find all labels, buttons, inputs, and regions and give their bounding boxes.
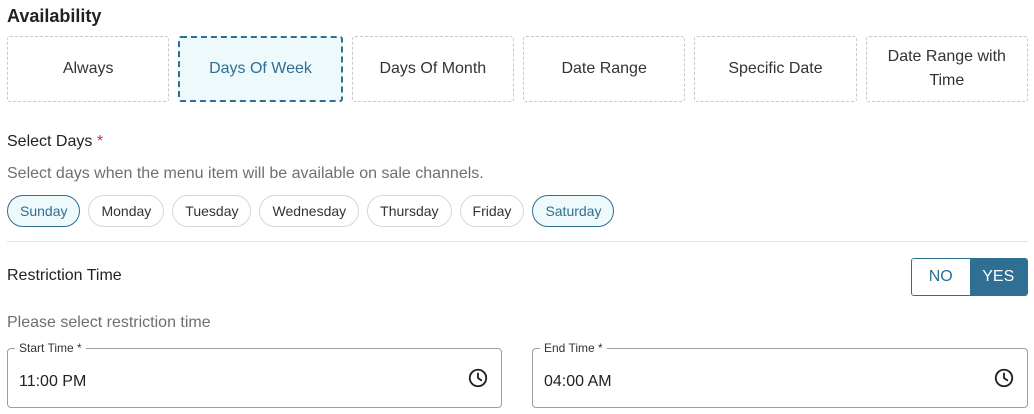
end-time-value: 04:00 AM [544, 373, 612, 390]
start-time-label: Start Time * [15, 342, 86, 355]
clock-icon[interactable] [993, 367, 1015, 389]
restriction-time-help: Please select restriction time [7, 314, 211, 331]
restriction-toggle: NO YES [911, 258, 1028, 296]
availability-title: Availability [7, 6, 102, 26]
start-time-field[interactable]: Start Time * 11:00 PM [7, 342, 502, 408]
toggle-yes-button[interactable]: YES [969, 259, 1027, 295]
availability-option-always[interactable]: Always [7, 36, 170, 102]
availability-options: Always Days Of Week Days Of Month Date R… [7, 36, 1028, 102]
select-days-help: Select days when the menu item will be a… [7, 165, 484, 182]
clock-icon[interactable] [467, 367, 489, 389]
select-days-label-text: Select Days [7, 133, 93, 150]
section-divider [7, 241, 1028, 242]
start-time-value: 11:00 PM [19, 373, 87, 390]
required-mark: * [96, 133, 104, 150]
restriction-time-label: Restriction Time [7, 267, 122, 284]
availability-option-days-of-month[interactable]: Days Of Month [351, 36, 514, 102]
day-chip-friday[interactable]: Friday [459, 195, 525, 227]
day-chip-sunday[interactable]: Sunday [7, 195, 81, 227]
availability-option-date-range-with-time[interactable]: Date Range with Time [865, 36, 1028, 102]
toggle-no-button[interactable]: NO [912, 259, 970, 295]
day-chip-wednesday[interactable]: Wednesday [259, 195, 360, 227]
day-chip-monday[interactable]: Monday [88, 195, 165, 227]
end-time-field[interactable]: End Time * 04:00 AM [532, 342, 1028, 408]
day-chip-tuesday[interactable]: Tuesday [172, 195, 252, 227]
availability-option-specific-date[interactable]: Specific Date [694, 36, 857, 102]
day-chip-thursday[interactable]: Thursday [367, 195, 452, 227]
day-chips: Sunday Monday Tuesday Wednesday Thursday… [7, 195, 615, 227]
select-days-label: Select Days * [7, 133, 103, 151]
end-time-label: End Time * [540, 342, 607, 355]
day-chip-saturday[interactable]: Saturday [532, 195, 615, 227]
availability-option-days-of-week[interactable]: Days Of Week [178, 36, 343, 102]
availability-option-date-range[interactable]: Date Range [522, 36, 686, 102]
